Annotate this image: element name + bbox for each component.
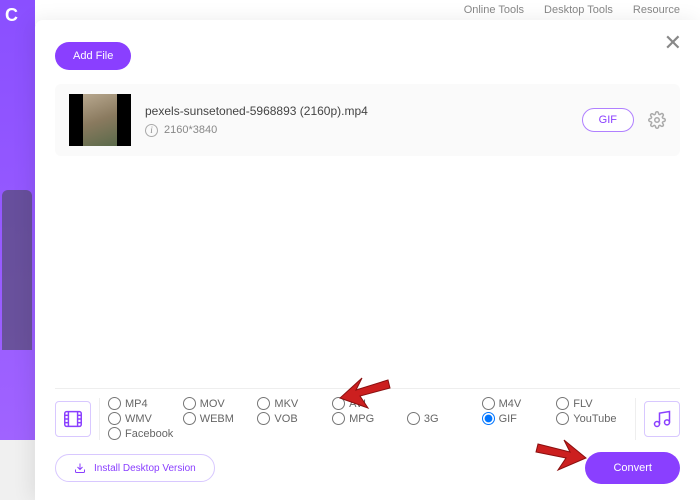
format-option-gif[interactable]: GIF <box>482 412 553 425</box>
format-radio[interactable] <box>556 412 569 425</box>
format-radio[interactable] <box>332 397 345 410</box>
format-option-flv[interactable]: FLV <box>556 397 627 410</box>
background-illustration <box>2 190 32 350</box>
format-grid: MP4 MOV MKV AVI M4V FLV WMV WEBM VOB MPG 3G GIF YouT… <box>108 397 627 440</box>
file-info: pexels-sunsetoned-5968893 (2160p).mp4 i … <box>145 104 568 137</box>
add-file-button[interactable]: Add File <box>55 42 131 70</box>
divider <box>99 398 100 440</box>
download-icon <box>74 462 86 474</box>
film-icon <box>62 408 84 430</box>
format-radio[interactable] <box>482 412 495 425</box>
output-format-badge[interactable]: GIF <box>582 108 634 132</box>
format-label: AVI <box>349 398 366 410</box>
format-label: MKV <box>274 398 298 410</box>
close-icon: ✕ <box>664 30 682 55</box>
settings-button[interactable] <box>648 111 666 129</box>
format-radio[interactable] <box>407 412 420 425</box>
format-option-webm[interactable]: WEBM <box>183 412 254 425</box>
divider <box>635 398 636 440</box>
format-badge-label: GIF <box>599 114 617 126</box>
format-label: GIF <box>499 413 517 425</box>
file-thumbnail[interactable] <box>69 94 131 146</box>
format-label: MOV <box>200 398 225 410</box>
bottom-actions: Install Desktop Version Convert <box>55 452 680 484</box>
format-option-3g[interactable]: 3G <box>407 412 478 425</box>
format-radio[interactable] <box>482 397 495 410</box>
format-option-gap <box>407 397 478 410</box>
install-label: Install Desktop Version <box>94 463 196 474</box>
format-label: FLV <box>573 398 592 410</box>
format-radio[interactable] <box>556 397 569 410</box>
close-button[interactable]: ✕ <box>664 32 682 54</box>
format-option-mkv[interactable]: MKV <box>257 397 328 410</box>
format-label: MP4 <box>125 398 148 410</box>
format-label: Facebook <box>125 428 173 440</box>
format-label: MPG <box>349 413 374 425</box>
converter-modal: ✕ Add File pexels-sunsetoned-5968893 (21… <box>35 20 700 500</box>
format-radio[interactable] <box>183 412 196 425</box>
format-radio[interactable] <box>108 397 121 410</box>
format-radio[interactable] <box>257 397 270 410</box>
format-option-m4v[interactable]: M4V <box>482 397 553 410</box>
gear-icon <box>648 111 666 129</box>
format-radio[interactable] <box>108 412 121 425</box>
format-radio[interactable] <box>183 397 196 410</box>
format-option-wmv[interactable]: WMV <box>108 412 179 425</box>
file-meta: i 2160*3840 <box>145 124 568 137</box>
bg-logo: C <box>5 5 18 25</box>
format-label: VOB <box>274 413 297 425</box>
convert-button[interactable]: Convert <box>585 452 680 484</box>
music-icon <box>652 409 672 429</box>
format-option-mov[interactable]: MOV <box>183 397 254 410</box>
convert-label: Convert <box>613 462 652 474</box>
video-category-icon[interactable] <box>55 401 91 437</box>
format-radio[interactable] <box>108 427 121 440</box>
format-option-youtube[interactable]: YouTube <box>556 412 627 425</box>
install-desktop-button[interactable]: Install Desktop Version <box>55 454 215 482</box>
info-icon[interactable]: i <box>145 124 158 137</box>
format-label: 3G <box>424 413 439 425</box>
format-selector: MP4 MOV MKV AVI M4V FLV WMV WEBM VOB MPG 3G GIF YouT… <box>55 388 680 440</box>
format-label: WMV <box>125 413 152 425</box>
format-option-mpg[interactable]: MPG <box>332 412 403 425</box>
format-radio[interactable] <box>332 412 345 425</box>
format-option-facebook[interactable]: Facebook <box>108 427 179 440</box>
format-option-avi[interactable]: AVI <box>332 397 403 410</box>
format-label: WEBM <box>200 413 234 425</box>
format-label: YouTube <box>573 413 616 425</box>
format-label: M4V <box>499 398 522 410</box>
format-radio[interactable] <box>257 412 270 425</box>
format-option-vob[interactable]: VOB <box>257 412 328 425</box>
format-option-mp4[interactable]: MP4 <box>108 397 179 410</box>
file-row: pexels-sunsetoned-5968893 (2160p).mp4 i … <box>55 84 680 156</box>
file-resolution: 2160*3840 <box>164 124 217 136</box>
audio-category-icon[interactable] <box>644 401 680 437</box>
add-file-label: Add File <box>73 50 113 62</box>
file-name: pexels-sunsetoned-5968893 (2160p).mp4 <box>145 104 568 118</box>
